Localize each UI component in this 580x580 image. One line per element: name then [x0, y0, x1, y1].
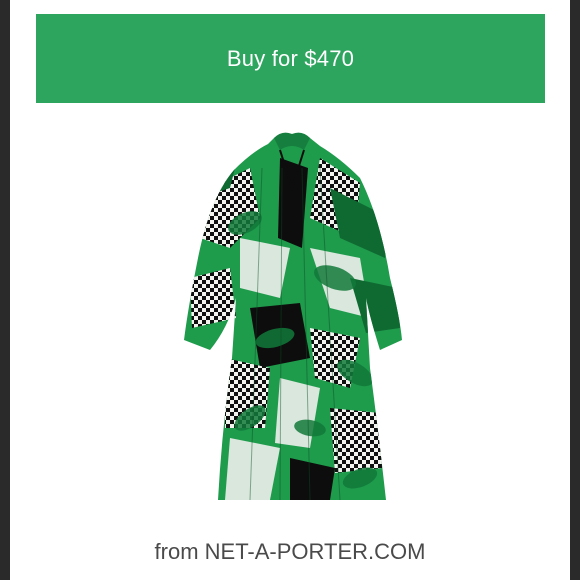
source-prefix: from	[154, 539, 199, 564]
source-line: from NET-A-PORTER.COM	[10, 539, 570, 565]
product-card: Buy for $470 from NET-A-PORTER.COM	[10, 0, 570, 580]
source-store-link[interactable]: NET-A-PORTER.COM	[205, 539, 426, 564]
buy-button[interactable]: Buy for $470	[36, 14, 545, 103]
product-image[interactable]	[170, 128, 410, 508]
buy-button-label: Buy for $470	[226, 45, 355, 71]
